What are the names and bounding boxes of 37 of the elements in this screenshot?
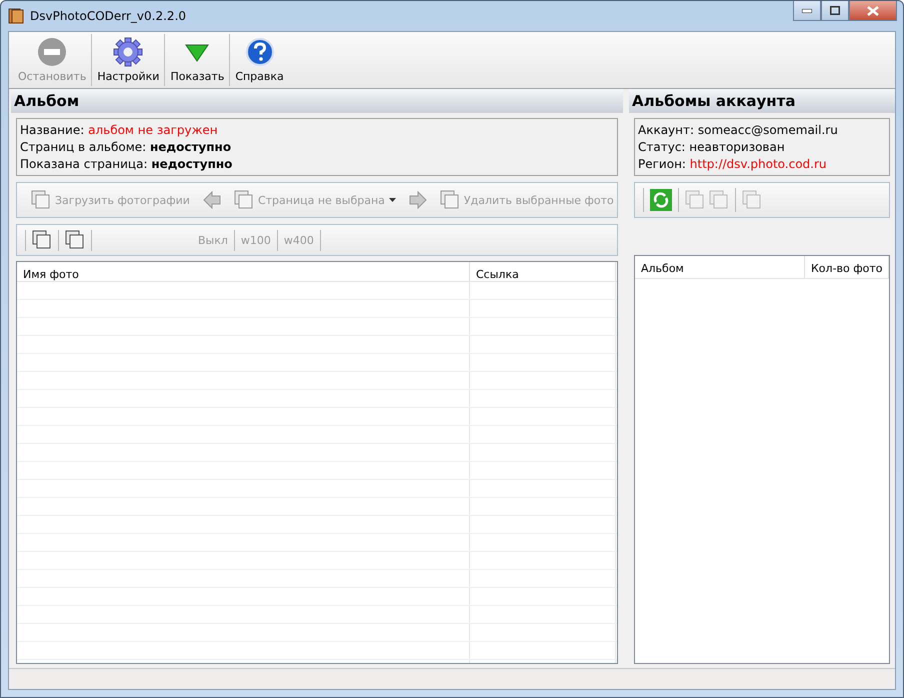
left-arrow-icon [202,190,222,210]
album-back-icon [685,190,705,210]
info-line: Статус: неавторизован [638,140,786,154]
gear-icon [113,37,144,67]
caret-icon [388,198,396,202]
photos-delete-icon [440,190,460,210]
info-line: Название: альбом не загружен [20,123,219,137]
toolbar-button[interactable]: Справка [229,34,289,86]
column-header[interactable]: Кол-во фото [805,256,889,278]
toolbar-button[interactable]: Настройки [91,34,164,86]
minimize-button[interactable] [793,1,821,21]
toolbar-button[interactable]: Показать [164,34,230,86]
info-line: Страниц в альбоме: недоступно [20,140,232,154]
photos-add-icon [31,190,51,210]
info-line: Регион: http://dsv.photo.cod.ru [638,157,828,171]
app-icon [8,8,24,24]
close-button[interactable] [849,1,897,21]
stop-icon [37,37,68,67]
album-add-icon [709,190,729,210]
column-header[interactable]: Имя фото [17,262,470,281]
photo-icon [234,190,254,210]
maximize-button[interactable] [821,1,849,21]
column-header[interactable]: Ссылка [470,262,616,281]
info-line: Показана страница: недоступно [20,157,234,171]
photos-icon [32,230,52,250]
right-arrow-icon [408,190,428,210]
album-delete-icon [742,190,762,210]
refresh-icon [650,189,672,211]
toolbar-button[interactable] [648,189,674,211]
column-header[interactable]: Альбом [635,256,805,278]
panel-header: Альбом [11,89,623,113]
close-icon [867,6,879,16]
info-line: Аккаунт: someacc@somemail.ru [638,123,839,137]
help-icon [244,37,275,67]
photos-check-icon [65,230,85,250]
window-title: DsvPhotoCODerr_v0.2.2.0 [30,9,186,23]
panel-header: Альбомы аккаунта [629,89,895,113]
